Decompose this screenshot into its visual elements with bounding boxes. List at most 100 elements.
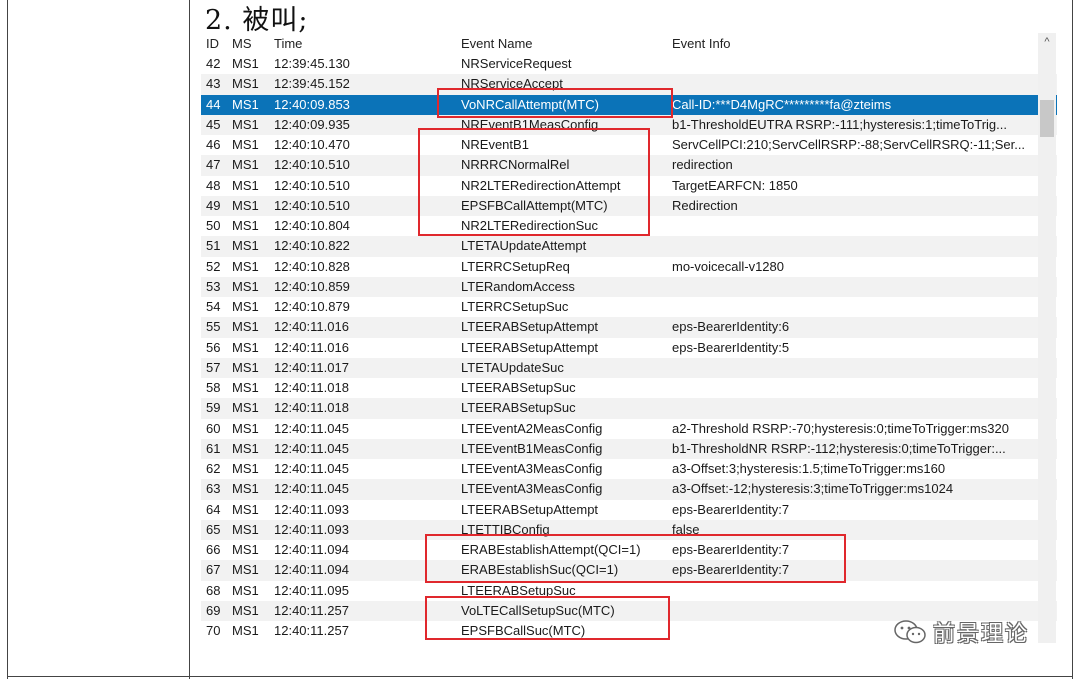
cell-event-name: LTEERABSetupAttempt: [461, 501, 599, 517]
cell-id: 59: [206, 400, 221, 416]
cell-ms: MS1: [232, 258, 259, 274]
cell-id: 67: [206, 562, 221, 578]
cell-event-name: LTEERABSetupAttempt: [461, 319, 599, 335]
column-header-id[interactable]: ID: [206, 33, 228, 54]
cell-event-name: LTEEventA2MeasConfig: [461, 420, 603, 436]
cell-id: 57: [206, 359, 221, 375]
table-row[interactable]: 57 MS1 12:40:11.017 LTETAUpdateSuc: [201, 357, 1057, 378]
cell-ms: MS1: [232, 76, 259, 92]
table-row[interactable]: 52 MS1 12:40:10.828 LTERRCSetupReq mo-voicec…: [201, 257, 1057, 277]
cell-id: 52: [206, 258, 221, 274]
cell-time: 12:40:10.879: [274, 299, 350, 314]
cell-id: 47: [206, 157, 221, 173]
table-row[interactable]: 56 MS1 12:40:11.016 LTEERABSetupAttempt eps-…: [201, 338, 1057, 358]
cell-ms: MS1: [232, 339, 259, 355]
cell-id: 51: [206, 238, 221, 254]
cell-ms: MS1: [232, 542, 259, 557]
right-border: [1072, 0, 1073, 679]
table-row[interactable]: 42 MS1 12:39:45.130 NRServiceRequest: [201, 54, 1057, 74]
cell-time: 12:40:10.822: [274, 238, 350, 254]
cell-time: 12:39:45.152: [274, 76, 350, 92]
cell-id: 42: [206, 56, 221, 71]
cell-ms: MS1: [232, 602, 259, 618]
table-row[interactable]: 53 MS1 12:40:10.859 LTERandomAccess: [201, 276, 1057, 297]
cell-ms: MS1: [232, 299, 259, 314]
cell-event-name: LTERRCSetupReq: [461, 258, 570, 274]
cell-event-info: eps-BearerIdentity:7: [672, 501, 790, 517]
cell-event-info: eps-BearerIdentity:5: [672, 339, 790, 355]
table-row[interactable]: 64 MS1 12:40:11.093 LTEERABSetupAttempt eps-…: [201, 500, 1057, 520]
cell-event-name: NRServiceRequest: [461, 56, 572, 71]
highlight-box-erab-qci1: [425, 534, 846, 583]
cell-id: 53: [206, 278, 221, 294]
cell-ms: MS1: [232, 440, 259, 456]
cell-id: 48: [206, 177, 221, 193]
cell-id: 63: [206, 481, 221, 497]
cell-id: 58: [206, 380, 221, 395]
cell-event-info: eps-BearerIdentity:6: [672, 319, 790, 335]
section-heading: 2. 被叫;: [205, 5, 309, 36]
cell-time: 12:39:45.130: [274, 56, 350, 71]
table-row[interactable]: 60 MS1 12:40:11.045 LTEEventA2MeasConfig a2-…: [201, 419, 1057, 439]
column-header-ms[interactable]: MS: [232, 33, 270, 54]
cell-time: 12:40:11.016: [274, 319, 349, 335]
cell-ms: MS1: [232, 278, 259, 294]
cell-ms: MS1: [232, 420, 259, 436]
highlight-box-callsetup-suc: [425, 596, 670, 640]
cell-id: 62: [206, 461, 221, 476]
cell-time: 12:40:11.045: [274, 440, 349, 456]
cell-ms: MS1: [232, 623, 259, 638]
bottom-border: [7, 676, 1073, 677]
cell-ms: MS1: [232, 400, 259, 416]
cell-event-name: LTERandomAccess: [461, 278, 575, 294]
cell-event-info: TargetEARFCN: 1850: [672, 177, 798, 193]
table-row[interactable]: 59 MS1 12:40:11.018 LTEERABSetupSuc: [201, 398, 1057, 419]
cell-id: 44: [206, 96, 221, 112]
cell-event-name: LTEERABSetupAttempt: [461, 339, 599, 355]
cell-event-name: LTEEventB1MeasConfig: [461, 440, 603, 456]
cell-ms: MS1: [232, 177, 259, 193]
table-row[interactable]: 61 MS1 12:40:11.045 LTEEventB1MeasConfig b1-…: [201, 438, 1057, 459]
wechat-icon: [894, 620, 926, 644]
chevron-up-icon[interactable]: ^: [1038, 35, 1056, 49]
cell-ms: MS1: [232, 359, 259, 375]
column-divider: [189, 0, 190, 679]
column-header-time[interactable]: Time: [274, 33, 454, 54]
cell-ms: MS1: [232, 582, 259, 598]
cell-time: 12:40:11.045: [274, 481, 349, 497]
cell-id: 46: [206, 137, 221, 152]
cell-event-info: Call-ID:***D4MgRC*********fa@zteims: [672, 96, 892, 112]
cell-id: 49: [206, 197, 221, 213]
cell-ms: MS1: [232, 461, 259, 476]
cell-event-info: a3-Offset:-12;hysteresis:3;timeToTrigger…: [672, 481, 954, 497]
table-row[interactable]: 63 MS1 12:40:11.045 LTEEventA3MeasConfig a3-…: [201, 479, 1057, 500]
table-row[interactable]: 51 MS1 12:40:10.822 LTETAUpdateAttempt: [201, 236, 1057, 257]
cell-event-info: b1-ThresholdNR RSRP:-112;hysteresis:0;ti…: [672, 440, 1006, 456]
cell-event-info: redirection: [672, 157, 733, 173]
table-row[interactable]: 58 MS1 12:40:11.018 LTEERABSetupSuc: [201, 378, 1057, 398]
table-row[interactable]: 62 MS1 12:40:11.045 LTEEventA3MeasConfig a3-…: [201, 459, 1057, 479]
cell-event-name: LTETAUpdateAttempt: [461, 238, 587, 254]
cell-event-name: LTEERABSetupSuc: [461, 380, 576, 395]
cell-event-name: LTERRCSetupSuc: [461, 299, 569, 314]
watermark: 前景理论: [893, 617, 1029, 647]
column-header-event-name[interactable]: Event Name: [461, 33, 666, 54]
cell-ms: MS1: [232, 380, 259, 395]
table-row[interactable]: 55 MS1 12:40:11.016 LTEERABSetupAttempt eps-…: [201, 317, 1057, 338]
cell-event-name: LTEERABSetupSuc: [461, 400, 576, 416]
highlight-box-redirection: [418, 128, 650, 236]
cell-time: 12:40:11.045: [274, 420, 349, 436]
cell-time: 12:40:09.853: [274, 96, 350, 112]
vertical-scrollbar[interactable]: ^: [1038, 33, 1056, 643]
column-header-event-info[interactable]: Event Info: [672, 33, 1032, 54]
cell-event-name: LTEEventA3MeasConfig: [461, 461, 603, 476]
cell-id: 64: [206, 501, 221, 517]
cell-event-info: ServCellPCI:210;ServCellRSRP:-88;ServCel…: [672, 137, 1026, 152]
table-row[interactable]: 54 MS1 12:40:10.879 LTERRCSetupSuc: [201, 297, 1057, 317]
cell-time: 12:40:10.859: [274, 278, 350, 294]
cell-id: 66: [206, 542, 221, 557]
cell-id: 61: [206, 440, 221, 456]
cell-time: 12:40:11.093: [274, 501, 349, 517]
scrollbar-thumb[interactable]: [1040, 100, 1054, 137]
cell-ms: MS1: [232, 501, 259, 517]
